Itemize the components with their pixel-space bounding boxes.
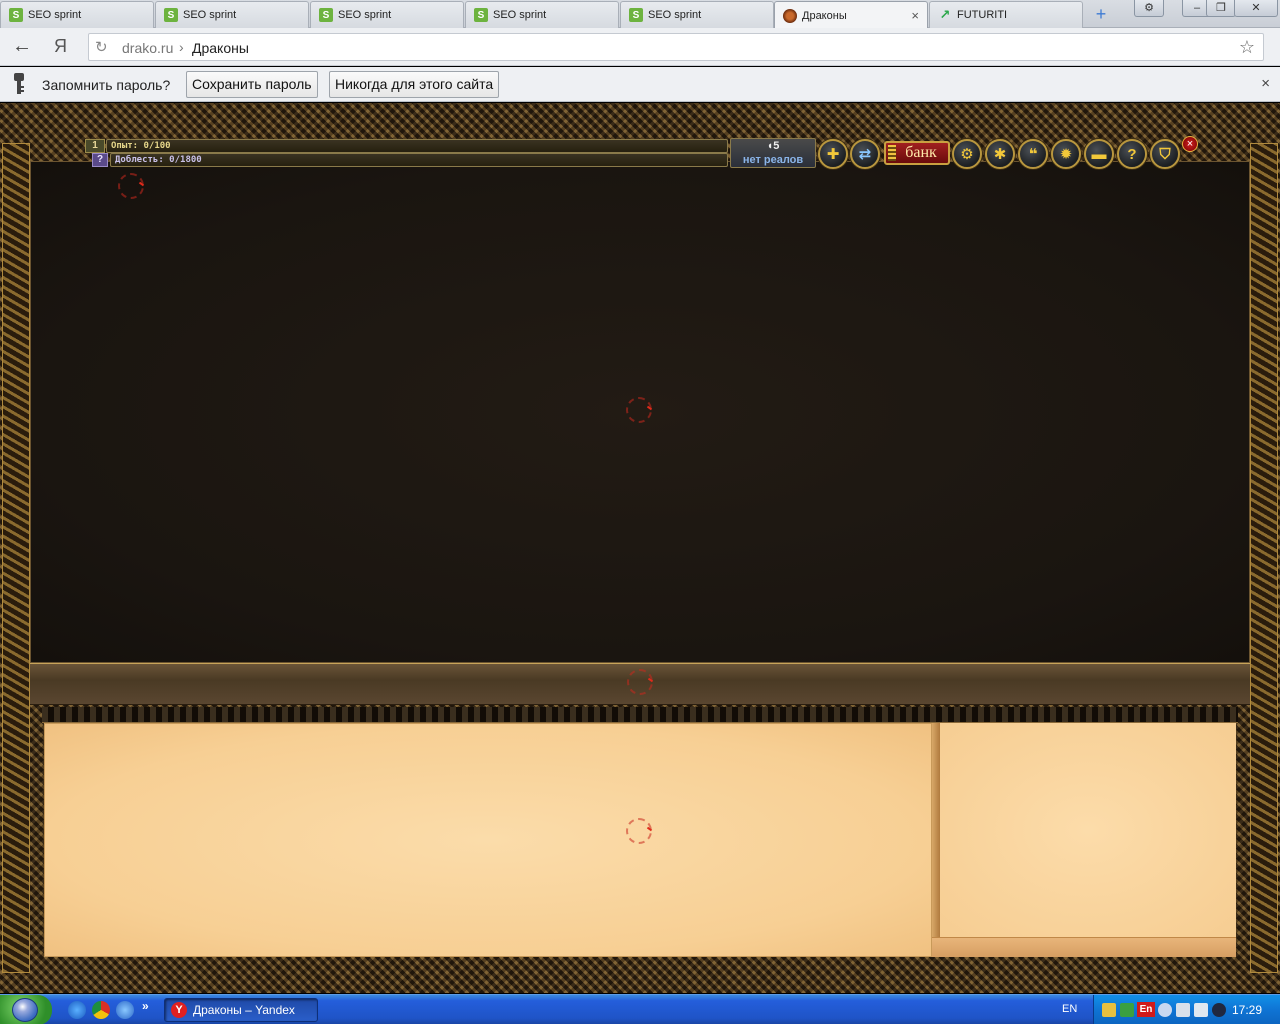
close-infobar-icon[interactable]: × <box>1261 75 1270 92</box>
tab-seo-sprint-4[interactable]: S SEO sprint <box>465 1 619 28</box>
taskbar-clock: 17:29 <box>1232 1003 1263 1017</box>
windows-taskbar: » Y Драконы – Yandex EN En 17:29 <box>0 994 1280 1024</box>
internet-explorer-icon[interactable] <box>68 1001 86 1019</box>
tab-seo-sprint-5[interactable]: S SEO sprint <box>620 1 774 28</box>
reals-status: нет реалов <box>742 154 804 166</box>
sun-icon[interactable]: ✹ <box>1051 139 1081 169</box>
swap-icon[interactable]: ⇄ <box>850 139 880 169</box>
back-button[interactable]: ← <box>12 36 32 56</box>
url-field[interactable]: ↻ drako.ru › Драконы ☆ <box>88 33 1264 61</box>
help-icon[interactable]: ? <box>1117 139 1147 169</box>
bank-button[interactable]: банк <box>884 141 950 165</box>
valor-bar: Доблесть: 0/1800 <box>110 153 728 167</box>
ornamental-frame-left <box>2 143 30 973</box>
valor-label: Доблесть: 0/1800 <box>115 155 202 165</box>
panel-divider[interactable] <box>932 723 940 957</box>
tab-futuriti[interactable]: ↗ FUTURITI <box>929 1 1083 28</box>
taskbar-item-yandex[interactable]: Y Драконы – Yandex <box>164 998 318 1022</box>
loading-spinner-icon <box>626 397 652 423</box>
taskbar-item-label: Драконы – Yandex <box>193 1003 295 1017</box>
key-icon <box>14 73 24 94</box>
tray-clock-icon[interactable] <box>1158 1003 1172 1017</box>
windows-logo-icon <box>12 998 38 1022</box>
save-password-button[interactable]: Сохранить пароль <box>186 71 318 98</box>
coin-plus-icon[interactable]: ✚ <box>818 139 848 169</box>
reload-icon[interactable]: ↻ <box>95 38 108 56</box>
tray-network-icon[interactable] <box>1120 1003 1134 1017</box>
save-password-infobar: Запомнить пароль? Сохранить пароль Никог… <box>0 67 1280 102</box>
coin-stack-icon <box>888 145 896 161</box>
player-list-footer <box>932 937 1236 957</box>
gear-icon[interactable]: ⚙ <box>952 139 982 169</box>
bookmark-star-icon[interactable]: ☆ <box>1239 37 1255 58</box>
quicklaunch-more-icon[interactable]: » <box>142 999 149 1013</box>
tab-seo-sprint-2[interactable]: S SEO sprint <box>155 1 309 28</box>
browser-quicklaunch-icon[interactable] <box>116 1001 134 1019</box>
browser-settings-icon[interactable]: ⚙ <box>1134 0 1164 17</box>
tab-label: SEO sprint <box>648 9 702 21</box>
reals-counter[interactable]: ◖5 нет реалов <box>730 138 816 168</box>
ornamental-frame-right <box>1250 143 1278 973</box>
tab-label: FUTURITI <box>957 9 1008 21</box>
tab-label: SEO sprint <box>338 9 392 21</box>
close-window-button[interactable]: ✕ <box>1234 0 1278 17</box>
level-badge: 1 <box>85 139 105 153</box>
seosprint-icon: S <box>474 8 488 22</box>
beetle-icon[interactable]: ✱ <box>985 139 1015 169</box>
tray-keyboard-layout-icon[interactable]: En <box>1137 1002 1155 1017</box>
maximize-button[interactable]: ❐ <box>1206 0 1236 17</box>
seosprint-icon: S <box>319 8 333 22</box>
drako-icon <box>783 8 797 23</box>
chain-ornament-strip <box>42 707 1238 723</box>
close-tab-icon[interactable]: × <box>911 8 919 23</box>
url-page-title: Драконы <box>192 40 249 56</box>
chrome-icon[interactable] <box>92 1001 110 1019</box>
chat-panel[interactable] <box>44 723 932 957</box>
chat-bubbles-icon[interactable]: ❝ <box>1018 139 1048 169</box>
loading-spinner-icon <box>626 818 652 844</box>
tab-label: SEO sprint <box>28 9 82 21</box>
valor-help-badge[interactable]: ? <box>92 153 108 167</box>
save-password-question: Запомнить пароль? <box>42 77 171 93</box>
new-tab-button[interactable]: + <box>1090 4 1112 24</box>
yandex-button[interactable]: Я <box>54 36 67 56</box>
start-button[interactable] <box>0 995 52 1024</box>
experience-label: Опыт: 0/100 <box>111 141 171 151</box>
loading-spinner-icon <box>118 173 144 199</box>
url-separator: › <box>179 39 184 55</box>
reals-count-value: 5 <box>773 140 780 152</box>
tab-label: SEO sprint <box>183 9 237 21</box>
address-bar: ← Я ↻ drako.ru › Драконы ☆ <box>0 28 1280 66</box>
never-save-password-button[interactable]: Никогда для этого сайта <box>329 71 500 98</box>
tab-label: Драконы <box>802 9 847 22</box>
language-indicator[interactable]: EN <box>1062 1003 1077 1015</box>
experience-bar: Опыт: 0/100 <box>106 139 728 153</box>
volume-icon[interactable] <box>1194 1003 1208 1017</box>
clan-shield-icon[interactable]: ⛉ <box>1150 139 1180 169</box>
tab-drakony[interactable]: Драконы × <box>774 1 928 29</box>
seosprint-icon: S <box>9 8 23 22</box>
game-close-icon[interactable]: × <box>1182 136 1198 152</box>
tray-monitor-icon[interactable] <box>1176 1003 1190 1017</box>
seosprint-icon: S <box>629 8 643 22</box>
futuriti-icon: ↗ <box>939 7 951 22</box>
tray-security-icon[interactable] <box>1102 1003 1116 1017</box>
tab-label: SEO sprint <box>493 9 547 21</box>
browser-tab-strip: S SEO sprint S SEO sprint S SEO sprint S… <box>0 0 1280 29</box>
loading-spinner-icon <box>627 669 653 695</box>
bank-label: банк <box>905 144 937 161</box>
tab-seo-sprint-3[interactable]: S SEO sprint <box>310 1 464 28</box>
tab-seo-sprint-1[interactable]: S SEO sprint <box>0 1 154 28</box>
yandex-browser-icon: Y <box>171 1002 187 1018</box>
seosprint-icon: S <box>164 8 178 22</box>
tray-app-icon[interactable] <box>1212 1003 1226 1017</box>
reals-count: ◖5 <box>766 140 780 152</box>
game-area: 1 Опыт: 0/100 ? Доблесть: 0/1800 ◖5 нет … <box>0 103 1280 993</box>
player-list-panel[interactable] <box>940 723 1236 937</box>
book-icon[interactable]: ▬ <box>1084 139 1114 169</box>
url-host: drako.ru <box>122 40 174 56</box>
